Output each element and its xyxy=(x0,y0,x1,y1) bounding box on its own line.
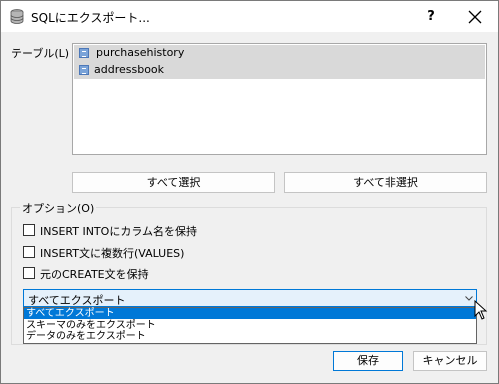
window-title: SQLにエクスポート... xyxy=(31,11,150,25)
table-name: addressbook xyxy=(94,63,165,76)
keep-column-names-label: INSERT INTOにカラム名を保持 xyxy=(40,225,197,238)
database-icon xyxy=(10,9,24,24)
chevron-down-icon xyxy=(465,296,473,301)
keep-column-names-checkbox[interactable] xyxy=(23,224,35,236)
options-label: オプション(O) xyxy=(20,200,97,216)
close-icon[interactable] xyxy=(463,5,487,29)
table-list[interactable]: purchasehistory addressbook xyxy=(72,43,487,155)
export-sql-dialog: SQLにエクスポート... ? テーブル(L) purchasehistory … xyxy=(0,0,499,384)
export-mode-value: すべてエクスポート xyxy=(28,294,126,307)
export-data-only-option[interactable]: データのみをエクスポート xyxy=(24,331,476,342)
select-all-button[interactable]: すべて選択 xyxy=(72,172,275,193)
table-icon xyxy=(79,65,89,75)
save-button[interactable]: 保存 xyxy=(333,351,403,371)
table-list-item[interactable]: purchasehistory xyxy=(74,45,485,62)
cancel-button[interactable]: キャンセル xyxy=(413,351,487,371)
table-icon xyxy=(79,48,89,58)
multi-row-insert-checkbox[interactable] xyxy=(23,246,35,258)
export-schema-only-option[interactable]: スキーマのみをエクスポート xyxy=(24,320,476,331)
mouse-cursor-icon xyxy=(474,300,488,320)
keep-create-statement-checkbox[interactable] xyxy=(23,267,35,279)
export-all-option[interactable]: すべてエクスポート xyxy=(24,308,476,319)
export-mode-dropdown: すべてエクスポート スキーマのみをエクスポート データのみをエクスポート xyxy=(23,307,477,344)
export-mode-select[interactable]: すべてエクスポート xyxy=(23,289,477,307)
table-name: purchasehistory xyxy=(96,46,185,59)
multi-row-insert-label: INSERT文に複数行(VALUES) xyxy=(40,247,185,260)
title-bar: SQLにエクスポート... ? xyxy=(1,1,498,32)
table-list-item[interactable]: addressbook xyxy=(74,62,485,79)
help-button[interactable]: ? xyxy=(419,5,443,29)
deselect-all-button[interactable]: すべて非選択 xyxy=(284,172,487,193)
tables-label: テーブル(L) xyxy=(11,47,70,60)
keep-create-statement-label: 元のCREATE文を保持 xyxy=(40,268,149,281)
